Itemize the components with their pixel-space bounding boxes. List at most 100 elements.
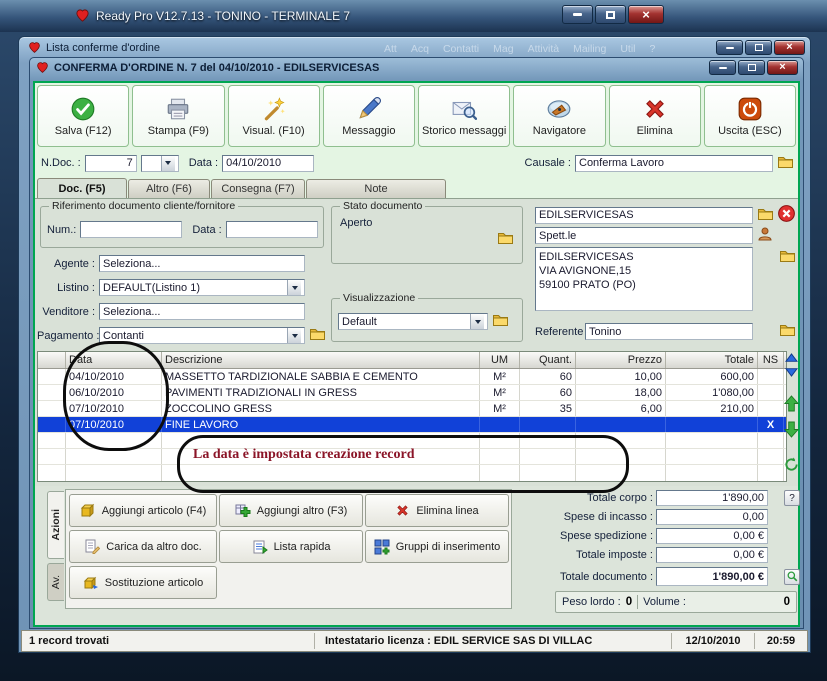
delete-button[interactable]: Elimina <box>608 85 701 147</box>
chevron-down-icon[interactable] <box>287 280 301 295</box>
col-totale[interactable]: Totale <box>666 352 758 368</box>
delete-line-button[interactable]: Elimina linea <box>365 494 509 527</box>
referente-input[interactable]: Tonino <box>585 323 753 340</box>
menu-item[interactable]: Acq <box>411 43 429 55</box>
license-text: Intestatario licenza : EDIL SERVICE SAS … <box>325 635 593 647</box>
col-data[interactable]: Data <box>66 352 162 368</box>
document-load-icon <box>85 539 101 554</box>
col-prezzo[interactable]: Prezzo <box>576 352 666 368</box>
ndoc-label: N.Doc. : <box>41 157 81 169</box>
tab-av[interactable]: Av. <box>47 563 64 601</box>
preview-button[interactable]: Visual. (F10) <box>227 85 320 147</box>
tab-altro[interactable]: Altro (F6) <box>128 179 210 198</box>
stato-fieldset: Stato documento Aperto <box>331 200 523 264</box>
toolbar: Salva (F12) Stampa (F9) Visual. (F10) Me… <box>37 85 796 147</box>
visualizzazione-folder-icon[interactable] <box>492 313 509 330</box>
peso-label: Peso lordo : <box>562 596 621 608</box>
pagamento-select[interactable]: Contanti <box>99 327 305 344</box>
list-close-button[interactable]: × <box>774 40 805 55</box>
visualizzazione-select[interactable]: Default <box>338 313 488 330</box>
print-button[interactable]: Stampa (F9) <box>132 85 225 147</box>
spettle-input[interactable]: Spett.le <box>535 227 753 244</box>
menu-item[interactable]: Contatti <box>443 43 479 55</box>
contact-person-icon[interactable] <box>757 226 773 245</box>
col-ns[interactable]: NS <box>758 352 784 368</box>
stato-folder-icon[interactable] <box>497 231 514 248</box>
menu-item[interactable]: Mag <box>493 43 513 55</box>
order-minimize-button[interactable] <box>709 60 736 75</box>
chevron-down-icon[interactable] <box>160 155 175 171</box>
totals-zoom-button[interactable] <box>784 568 800 585</box>
address-folder-icon[interactable] <box>779 249 796 266</box>
tab-consegna[interactable]: Consegna (F7) <box>211 179 305 198</box>
minimize-icon <box>573 13 582 16</box>
quick-list-button[interactable]: Lista rapida <box>219 530 363 563</box>
customer-address-box[interactable]: EDILSERVICESAS VIA AVIGNONE,15 59100 PRA… <box>535 247 753 311</box>
table-row[interactable]: 04/10/2010 MASSETTO TARDIZIONALE SABBIA … <box>38 369 786 385</box>
replace-article-button[interactable]: Sostituzione articolo <box>69 566 217 599</box>
app-heart-icon <box>75 8 90 26</box>
venditore-input[interactable]: Seleziona... <box>99 303 305 320</box>
tab-doc[interactable]: Doc. (F5) <box>37 178 127 198</box>
causale-input[interactable]: Conferma Lavoro <box>575 154 773 172</box>
order-close-button[interactable]: × <box>767 60 798 75</box>
message-history-button[interactable]: Storico messaggi <box>418 85 511 147</box>
app-maximize-button[interactable] <box>595 5 626 24</box>
list-maximize-button[interactable] <box>745 40 772 55</box>
totals-help-button[interactable]: ? <box>784 490 800 506</box>
customer-remove-icon[interactable] <box>778 205 795 225</box>
col-quant[interactable]: Quant. <box>520 352 576 368</box>
spese-spedizione-value: 0,00 € <box>656 528 768 544</box>
rif-data-input[interactable] <box>225 221 318 238</box>
add-article-button[interactable]: Aggiungi articolo (F4) <box>69 494 217 527</box>
menu-item[interactable]: Mailing <box>573 43 606 55</box>
table-row[interactable]: 06/10/2010 PAVIMENTI TRADIZIONALI IN GRE… <box>38 385 786 401</box>
chevron-down-icon[interactable] <box>470 314 484 329</box>
list-window-heart-icon <box>28 41 41 57</box>
close-icon: × <box>779 61 786 73</box>
message-button[interactable]: Messaggio <box>322 85 415 147</box>
stato-value: Aperto <box>340 217 373 229</box>
totale-corpo-label: Totale corpo : <box>586 492 653 504</box>
tab-note[interactable]: Note <box>306 179 446 198</box>
rif-num-input[interactable] <box>80 221 183 238</box>
chevron-down-icon[interactable] <box>287 328 301 343</box>
insert-groups-button[interactable]: Gruppi di inserimento <box>365 530 509 563</box>
table-row[interactable]: 07/10/2010 ZOCCOLINO GRESS M² 35 6,00 21… <box>38 401 786 417</box>
add-other-button[interactable]: Aggiungi altro (F3) <box>219 494 363 527</box>
move-row-up-icon[interactable] <box>784 395 799 412</box>
document-date-input[interactable]: 04/10/2010 <box>222 154 315 172</box>
menu-item[interactable]: Attività <box>528 43 560 55</box>
load-from-doc-button[interactable]: Carica da altro doc. <box>69 530 217 563</box>
causale-folder-icon[interactable] <box>777 155 794 172</box>
ndoc-suffix-combo[interactable] <box>140 154 179 172</box>
save-button[interactable]: Salva (F12) <box>37 85 130 147</box>
customer-folder-icon[interactable] <box>757 207 774 224</box>
minimize-icon <box>725 46 734 49</box>
list-minimize-button[interactable] <box>716 40 743 55</box>
maximize-icon <box>754 44 763 51</box>
pagamento-folder-icon[interactable] <box>309 327 326 344</box>
riferimento-fieldset: Riferimento documento cliente/fornitore … <box>40 200 324 248</box>
app-minimize-button[interactable] <box>562 5 593 24</box>
col-descrizione[interactable]: Descrizione <box>162 352 480 368</box>
menu-item[interactable]: ? <box>650 43 656 55</box>
order-maximize-button[interactable] <box>738 60 765 75</box>
exit-button[interactable]: Uscita (ESC) <box>703 85 796 147</box>
agente-input[interactable]: Seleziona... <box>99 255 305 272</box>
sort-rows-icon[interactable] <box>784 353 799 377</box>
ndoc-input[interactable]: 7 <box>84 154 137 172</box>
menu-item[interactable]: Util <box>620 43 635 55</box>
navigator-button[interactable]: Navigatore <box>513 85 606 147</box>
refresh-icon[interactable] <box>784 457 799 472</box>
col-um[interactable]: UM <box>480 352 520 368</box>
menu-item[interactable]: Att <box>384 43 397 55</box>
listino-select[interactable]: DEFAULT(Listino 1) <box>99 279 305 296</box>
app-close-button[interactable]: × <box>628 5 664 24</box>
table-row-selected[interactable]: 07/10/2010 FINE LAVORO X <box>38 417 786 433</box>
customer-name-input[interactable]: EDILSERVICESAS <box>535 206 753 224</box>
referente-folder-icon[interactable] <box>779 323 796 340</box>
magnifier-icon <box>787 571 797 582</box>
tab-azioni[interactable]: Azioni <box>47 491 64 559</box>
move-row-down-icon[interactable] <box>784 421 799 438</box>
